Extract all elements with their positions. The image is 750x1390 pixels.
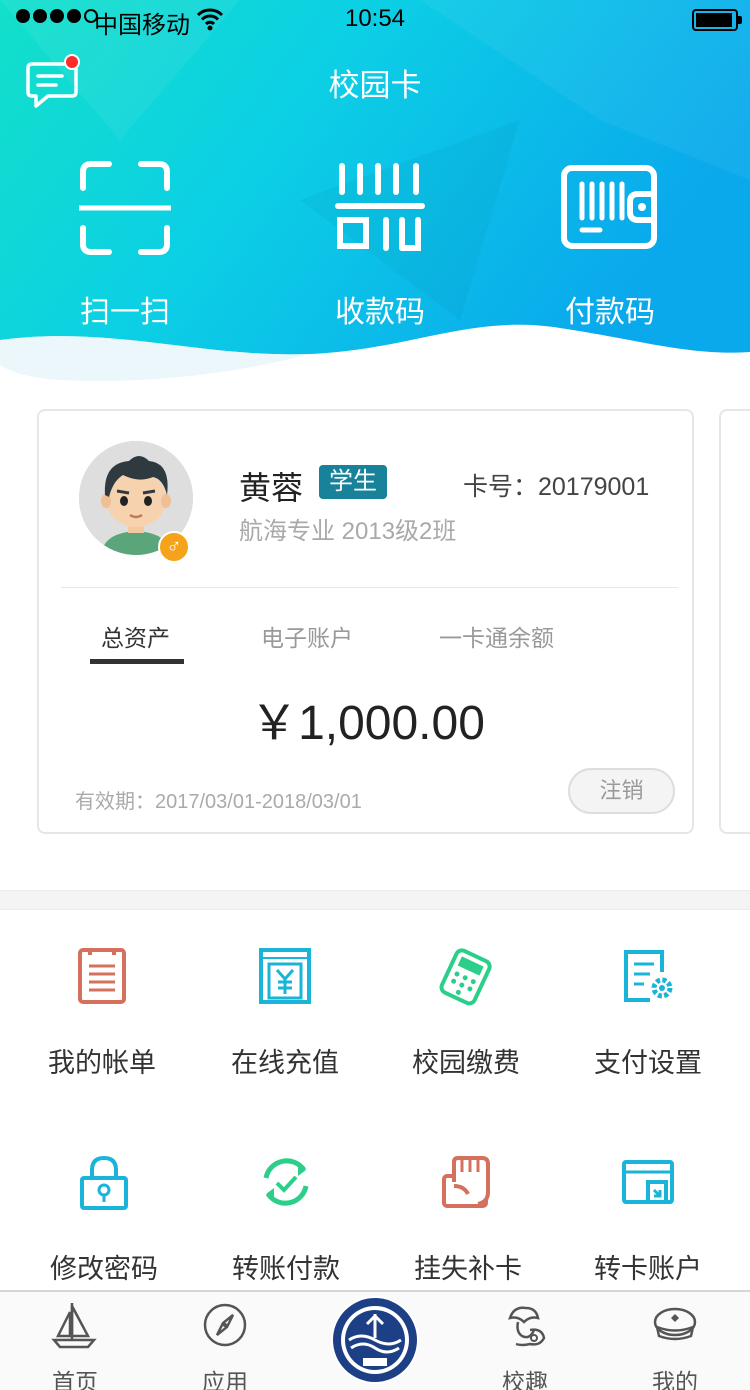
recharge-icon — [259, 948, 311, 1004]
service-label: 我的帐单 — [48, 1048, 156, 1078]
active-tab-indicator — [90, 659, 184, 664]
service-label: 在线充值 — [231, 1048, 339, 1078]
bill-icon — [78, 948, 126, 1004]
university-logo-button[interactable] — [331, 1296, 419, 1384]
tab-total-assets[interactable]: 总资产 — [101, 619, 170, 653]
tab-label: 首页 — [52, 1369, 98, 1390]
service-my-bill[interactable]: 我的帐单 — [12, 946, 192, 1080]
pay-code-label: 付款码 — [565, 296, 655, 329]
service-pay-settings[interactable]: 支付设置 — [558, 946, 738, 1080]
tab-electronic-account[interactable]: 电子账户 — [261, 619, 353, 653]
receive-code-button[interactable]: 收款码 — [280, 158, 480, 331]
role-badge: 学生 — [319, 465, 387, 499]
pay-code-button[interactable]: 付款码 — [510, 158, 710, 331]
service-change-password[interactable]: 修改密码 — [14, 1152, 194, 1286]
pos-terminal-icon — [439, 948, 492, 1006]
scan-button[interactable]: 扫一扫 — [25, 158, 225, 331]
tab-card-balance[interactable]: 一卡通余额 — [439, 619, 554, 653]
major-class: 航海专业 2013级2班 — [239, 518, 457, 545]
report-loss-icon — [442, 1156, 490, 1208]
university-logo — [333, 1298, 417, 1382]
compass-icon — [203, 1303, 247, 1347]
service-card-account[interactable]: 转卡账户 — [558, 1152, 738, 1286]
service-label: 挂失补卡 — [414, 1254, 522, 1284]
page-title: 校园卡 — [328, 68, 422, 103]
campus-card-panel: ♂ 黄蓉 学生 卡号：20179001 航海专业 2013级2班 总资产 电子账… — [37, 409, 694, 834]
service-campus-payment[interactable]: 校园缴费 — [376, 946, 556, 1080]
scan-icon — [79, 161, 171, 255]
service-report-loss[interactable]: 挂失补卡 — [378, 1152, 558, 1286]
scan-label: 扫一扫 — [80, 296, 170, 329]
tab-apps[interactable]: 应用 — [165, 1300, 285, 1390]
card-number: 卡号：20179001 — [463, 473, 650, 501]
tab-mine[interactable]: 我的 — [615, 1300, 735, 1390]
transfer-icon — [263, 1158, 309, 1206]
service-transfer-payment[interactable]: 转账付款 — [196, 1152, 376, 1286]
service-label: 转账付款 — [232, 1254, 340, 1284]
service-label: 校园缴费 — [412, 1048, 520, 1078]
pay-code-icon — [561, 165, 657, 249]
captain-hat-icon — [653, 1307, 697, 1341]
receive-code-icon — [335, 163, 425, 251]
cancel-card-button[interactable]: 注销 — [568, 768, 675, 814]
tab-label: 校趣 — [502, 1369, 548, 1390]
service-label: 修改密码 — [50, 1254, 158, 1284]
battery-icon — [692, 9, 742, 31]
card-account-icon — [622, 1160, 674, 1204]
section-separator — [0, 890, 750, 910]
tab-campus-fun[interactable]: 校趣 — [465, 1300, 585, 1390]
header: 中国移动 10:54 校园卡 扫一扫 收款码 付款码 — [0, 0, 750, 390]
clock: 10:54 — [344, 5, 406, 32]
tab-label: 我的 — [652, 1369, 698, 1390]
user-name: 黄蓉 — [239, 470, 304, 506]
male-gender-icon: ♂ — [158, 531, 190, 563]
service-label: 支付设置 — [594, 1048, 702, 1078]
receive-code-label: 收款码 — [335, 296, 425, 329]
pay-settings-icon — [624, 950, 673, 1002]
next-card-peek[interactable] — [719, 409, 750, 834]
sailor-icon — [508, 1306, 546, 1347]
lock-icon — [80, 1155, 128, 1210]
balance-amount: ￥1,000.00 — [250, 697, 485, 750]
service-online-recharge[interactable]: 在线充值 — [195, 946, 375, 1080]
tab-label: 应用 — [202, 1369, 248, 1390]
status-bar: 中国移动 10:54 — [0, 0, 750, 40]
validity-period: 有效期：2017/03/01-2018/03/01 — [75, 791, 362, 813]
sailboat-icon — [51, 1303, 97, 1349]
service-label: 转卡账户 — [594, 1254, 702, 1284]
tab-home[interactable]: 首页 — [15, 1300, 135, 1390]
divider — [61, 587, 678, 588]
